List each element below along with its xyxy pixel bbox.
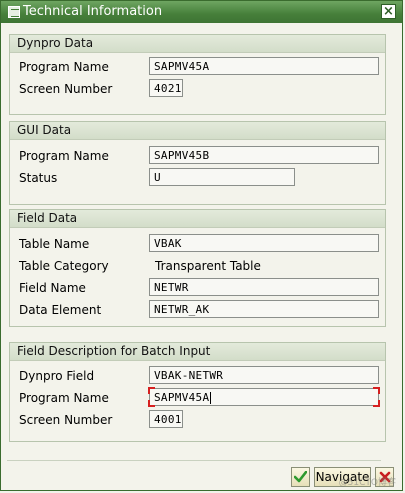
text-cursor bbox=[210, 392, 212, 404]
field-name-field[interactable]: NETWR bbox=[149, 278, 379, 296]
table-category-value: Transparent Table bbox=[155, 259, 261, 273]
dynpro-field-field[interactable]: VBAK-NETWR bbox=[149, 366, 379, 384]
window-title: Technical Information bbox=[23, 4, 163, 19]
program-name-field-focused[interactable]: SAPMV45A bbox=[148, 387, 380, 407]
group-title: GUI Data bbox=[10, 122, 385, 140]
technical-information-dialog: Technical Information × Dynpro Data Prog… bbox=[0, 0, 403, 491]
field-data-group: Field Data Table Name VBAK Table Categor… bbox=[9, 209, 386, 327]
title-bar[interactable]: Technical Information × bbox=[1, 1, 402, 23]
program-name-label: Program Name bbox=[19, 149, 109, 163]
table-category-label: Table Category bbox=[19, 259, 109, 273]
status-field[interactable]: U bbox=[149, 168, 295, 186]
table-name-label: Table Name bbox=[19, 237, 90, 251]
footer-divider bbox=[7, 460, 381, 461]
batch-input-group: Field Description for Batch Input Dynpro… bbox=[9, 342, 386, 442]
program-name-value: SAPMV45A bbox=[154, 391, 210, 404]
screen-number-label: Screen Number bbox=[19, 413, 113, 427]
watermark-text: @51CTO博客 bbox=[338, 478, 396, 488]
group-title: Dynpro Data bbox=[10, 35, 385, 53]
program-name-field[interactable]: SAPMV45A bbox=[149, 57, 379, 75]
focus-corner-marker bbox=[148, 400, 155, 407]
data-element-field[interactable]: NETWR_AK bbox=[149, 300, 379, 318]
gui-data-group: GUI Data Program Name SAPMV45B Status U bbox=[9, 121, 386, 205]
focus-corner-marker bbox=[148, 387, 155, 394]
data-element-label: Data Element bbox=[19, 303, 102, 317]
focus-corner-marker bbox=[373, 400, 380, 407]
dynpro-data-group: Dynpro Data Program Name SAPMV45A Screen… bbox=[9, 34, 386, 115]
status-label: Status bbox=[19, 171, 58, 185]
focus-corner-marker bbox=[373, 387, 380, 394]
program-name-label: Program Name bbox=[19, 391, 109, 405]
checkmark-icon bbox=[293, 470, 308, 483]
group-title: Field Data bbox=[10, 210, 385, 228]
screen-number-field[interactable]: 4021 bbox=[149, 79, 183, 97]
close-button[interactable]: × bbox=[381, 4, 396, 19]
ok-button[interactable] bbox=[291, 467, 310, 487]
window-icon bbox=[8, 6, 20, 18]
table-name-field[interactable]: VBAK bbox=[149, 234, 379, 252]
screen-number-field[interactable]: 4001 bbox=[149, 410, 183, 428]
program-name-label: Program Name bbox=[19, 60, 109, 74]
screen-number-label: Screen Number bbox=[19, 82, 113, 96]
group-title: Field Description for Batch Input bbox=[10, 343, 385, 361]
field-name-label: Field Name bbox=[19, 281, 86, 295]
close-icon: × bbox=[383, 4, 394, 19]
dynpro-field-label: Dynpro Field bbox=[19, 369, 95, 383]
program-name-field[interactable]: SAPMV45B bbox=[149, 146, 379, 164]
